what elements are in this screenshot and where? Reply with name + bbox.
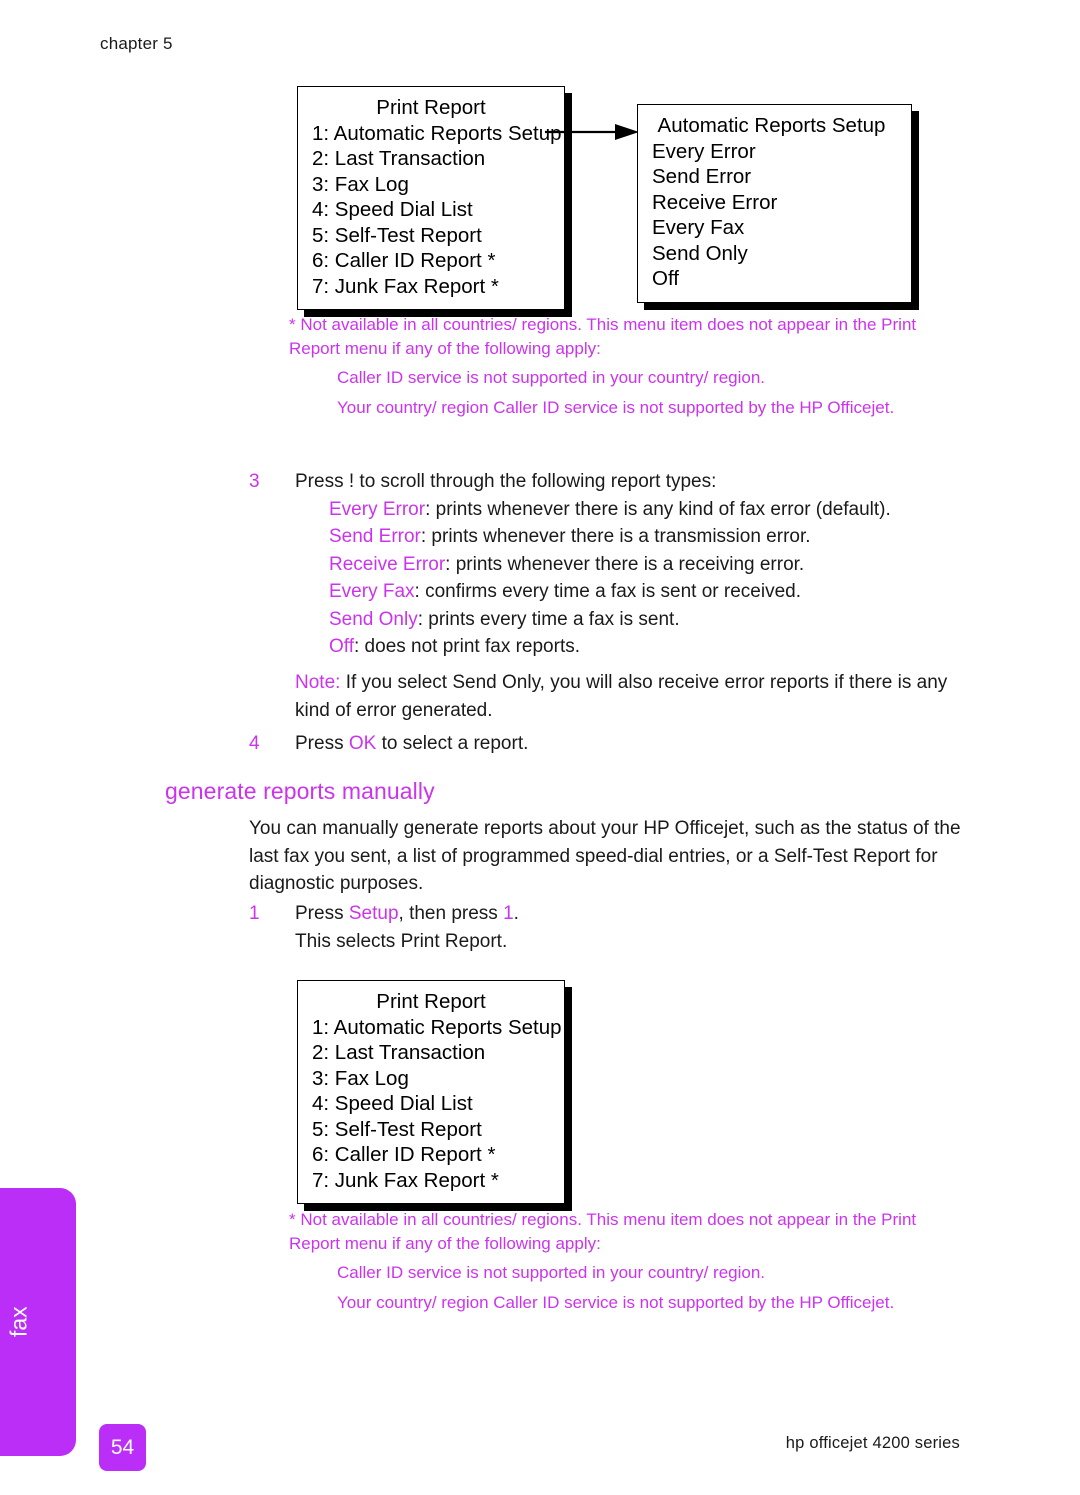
intro-paragraph: You can manually generate reports about … bbox=[249, 818, 961, 894]
step-3: 3 Press ! to scroll through the followin… bbox=[249, 468, 969, 661]
report-type-term: Every Error bbox=[329, 498, 426, 520]
side-tab-fax: fax bbox=[0, 1188, 76, 1456]
note-label: Note: bbox=[295, 672, 341, 693]
report-type-line: Every Error: prints whenever there is an… bbox=[329, 496, 969, 524]
step-number: 4 bbox=[249, 733, 260, 754]
report-type-desc: : does not print fax reports. bbox=[354, 636, 581, 657]
lcd-menu-item: 7: Junk Fax Report * bbox=[312, 1168, 499, 1192]
lcd-menu-item: Off bbox=[652, 267, 679, 290]
report-type-desc: : prints every time a fax is sent. bbox=[417, 608, 680, 630]
step-text-before: Press bbox=[295, 903, 349, 924]
footer-product-name: hp officejet 4200 series bbox=[785, 1434, 960, 1452]
step-body: Press ! to scroll through the following … bbox=[295, 468, 969, 661]
footnote-heading: * Not available in all countries/ region… bbox=[289, 1210, 917, 1253]
step-first-line: Press Setup, then press 1. bbox=[295, 900, 969, 928]
step-body: Press Setup, then press 1. This selects … bbox=[295, 900, 969, 955]
document-page: chapter 5 Print Report 1: Automatic Repo… bbox=[0, 0, 1080, 1495]
section-heading: generate reports manually bbox=[165, 778, 435, 804]
report-type-line: Send Only: prints every time a fax is se… bbox=[329, 606, 969, 634]
lcd-menu-title: Print Report bbox=[376, 990, 486, 1013]
footnote-bullet: Caller ID service is not supported in yo… bbox=[337, 1263, 766, 1282]
lcd-menu-title: Automatic Reports Setup bbox=[657, 114, 886, 137]
note-block: Note: If you select Send Only, you will … bbox=[295, 669, 965, 724]
step-lead-before: Press bbox=[295, 471, 349, 492]
report-type-term: Every Fax bbox=[329, 581, 415, 602]
report-type-desc: : prints whenever there is any kind of f… bbox=[425, 498, 891, 520]
report-type-desc: : prints whenever there is a receiving e… bbox=[445, 553, 805, 575]
report-type-line: Every Fax: confirms every time a fax is … bbox=[329, 578, 969, 606]
footnote-block: * Not available in all countries/ region… bbox=[289, 313, 949, 419]
report-type-line: Off: does not print fax reports. bbox=[329, 633, 969, 661]
footnote-bullet: Caller ID service is not supported in yo… bbox=[337, 368, 766, 387]
lcd-menu-item: Send Only bbox=[652, 241, 748, 265]
lcd-menu-item: 5: Self-Test Report bbox=[312, 223, 482, 247]
print-report-menu-box-second: Print Report 1: Automatic Reports Setup … bbox=[297, 980, 565, 1204]
lcd-menu-item: 3: Fax Log bbox=[312, 1066, 409, 1090]
lcd-menu-item: 4: Speed Dial List bbox=[312, 198, 473, 221]
note-text: If you select Send Only, you will also r… bbox=[295, 672, 948, 721]
report-type-term: Send Only bbox=[329, 608, 418, 630]
step-text-after: to select a report. bbox=[376, 733, 529, 754]
lcd-menu-item: 4: Speed Dial List bbox=[312, 1092, 473, 1115]
lcd-menu-item: Every Fax bbox=[652, 216, 745, 239]
step-1: 1 Press Setup, then press 1. This select… bbox=[249, 900, 969, 955]
lcd-menu-title: Print Report bbox=[376, 96, 486, 119]
step-second-line: This selects Print Report. bbox=[295, 930, 508, 952]
step-lead-line: Press ! to scroll through the following … bbox=[295, 468, 969, 496]
step-text-before: Press bbox=[295, 733, 349, 754]
report-type-desc: : confirms every time a fax is sent or r… bbox=[414, 581, 801, 602]
step-text-after: . bbox=[513, 903, 519, 924]
step-body: Press OK to select a report. bbox=[295, 730, 969, 758]
footnote-bullet: Your country/ region Caller ID service i… bbox=[337, 1292, 895, 1312]
chapter-label: chapter 5 bbox=[100, 34, 173, 53]
lcd-menu-item: Send Error bbox=[652, 165, 752, 188]
lcd-menu-item: 2: Last Transaction bbox=[312, 147, 486, 170]
lcd-menu-item: 6: Caller ID Report * bbox=[312, 1143, 496, 1166]
report-type-line: Receive Error: prints whenever there is … bbox=[329, 551, 969, 579]
lcd-menu-item: 1: Automatic Reports Setup bbox=[312, 121, 562, 145]
automatic-reports-setup-menu-box: Automatic Reports Setup Every Error Send… bbox=[637, 104, 912, 303]
footnote-heading: * Not available in all countries/ region… bbox=[289, 315, 917, 358]
report-type-term: Receive Error bbox=[329, 553, 446, 575]
report-type-desc: : prints whenever there is a transmissio… bbox=[420, 526, 811, 547]
step-number: 1 bbox=[249, 903, 260, 924]
report-type-term: Off bbox=[329, 636, 354, 657]
lcd-menu-item: 6: Caller ID Report * bbox=[312, 249, 496, 272]
page-number-badge: 54 bbox=[99, 1424, 146, 1471]
lcd-menu-item: Every Error bbox=[652, 139, 756, 163]
step-number: 3 bbox=[249, 471, 260, 492]
footnote-bullet: Your country/ region Caller ID service i… bbox=[337, 397, 895, 417]
lcd-menu-item: 2: Last Transaction bbox=[312, 1041, 486, 1064]
footnote-block-second: * Not available in all countries/ region… bbox=[289, 1208, 959, 1314]
lcd-menu-item: 3: Fax Log bbox=[312, 172, 409, 196]
step-lead-after: to scroll through the following report t… bbox=[354, 471, 717, 492]
step-key-1: 1 bbox=[503, 903, 514, 924]
report-type-term: Send Error bbox=[329, 526, 421, 547]
print-report-menu-box: Print Report 1: Automatic Reports Setup … bbox=[297, 86, 565, 310]
report-type-line: Send Error: prints whenever there is a t… bbox=[329, 523, 969, 551]
step-key-ok: OK bbox=[348, 733, 377, 754]
lcd-menu-item: 5: Self-Test Report bbox=[312, 1117, 482, 1141]
step-key-setup: Setup bbox=[348, 903, 399, 924]
lcd-menu-item: Receive Error bbox=[652, 190, 778, 214]
arrow-right-icon bbox=[545, 122, 645, 142]
lcd-menu-item: 1: Automatic Reports Setup bbox=[312, 1015, 562, 1039]
step-4: 4 Press OK to select a report. bbox=[249, 730, 969, 758]
side-tab-label: fax bbox=[5, 1306, 32, 1338]
step-text-middle: , then press bbox=[398, 903, 504, 924]
lcd-menu-item: 7: Junk Fax Report * bbox=[312, 274, 499, 298]
